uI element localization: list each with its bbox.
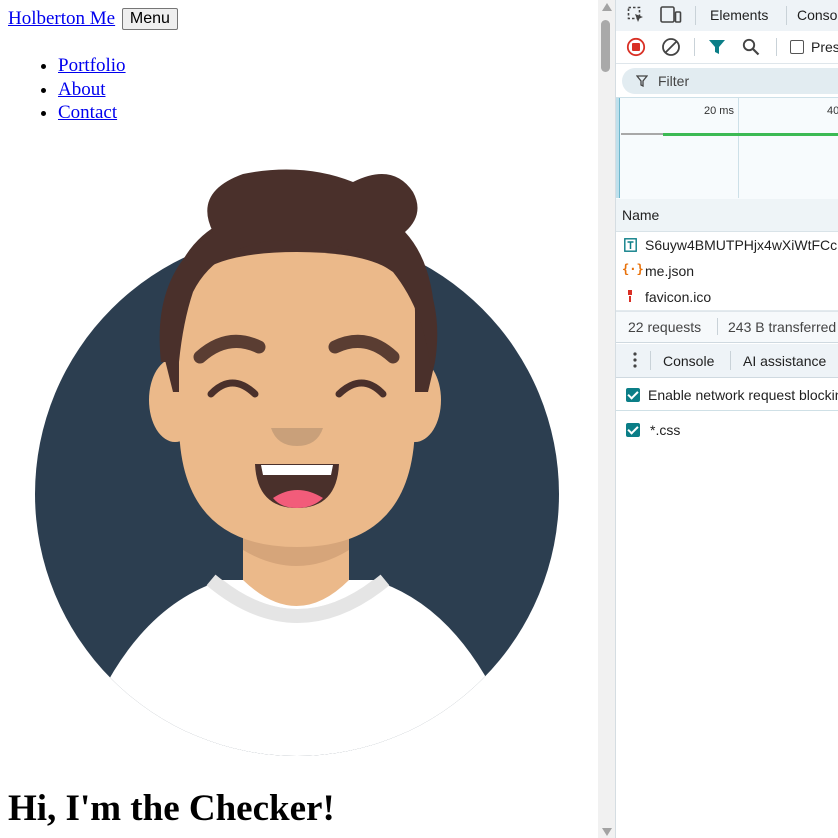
nav-item: About bbox=[58, 78, 126, 102]
drawer-tab-bar: Console AI assistance bbox=[616, 344, 838, 378]
nav-link-about[interactable]: About bbox=[58, 79, 106, 100]
avatar-illustration bbox=[35, 169, 559, 756]
drawer-tab-console[interactable]: Console bbox=[663, 353, 714, 369]
timeline-tick: 40 bbox=[827, 105, 838, 117]
blocked-pattern-row[interactable]: *.css bbox=[616, 416, 838, 446]
network-summary-bar: 22 requests 243 B transferred bbox=[616, 311, 838, 343]
request-row[interactable]: {·} me.json bbox=[616, 258, 838, 285]
more-options-icon[interactable] bbox=[633, 352, 637, 368]
tab-console[interactable]: Conso bbox=[797, 7, 837, 23]
filter-input[interactable]: Filter bbox=[622, 68, 838, 94]
request-name: favicon.ico bbox=[645, 289, 712, 305]
request-name: me.json bbox=[645, 263, 695, 279]
timeline-bar bbox=[663, 133, 838, 136]
enable-blocking-label: Enable network request blocking bbox=[648, 387, 838, 403]
scroll-up-arrow-icon[interactable] bbox=[602, 3, 612, 11]
enable-blocking-checkbox[interactable] bbox=[626, 388, 640, 402]
filter-funnel-icon bbox=[636, 75, 648, 87]
document-icon bbox=[624, 238, 637, 252]
menu-button[interactable]: Menu bbox=[121, 8, 178, 30]
blocked-pattern: *.css bbox=[650, 422, 681, 438]
network-overview-timeline[interactable]: 20 ms 40 bbox=[616, 97, 838, 200]
request-row[interactable]: favicon.ico bbox=[616, 284, 838, 311]
clear-icon[interactable] bbox=[661, 37, 681, 57]
request-count: 22 requests bbox=[628, 319, 702, 335]
requests-table-header: Name bbox=[616, 199, 838, 232]
device-toolbar-icon[interactable] bbox=[660, 6, 682, 24]
scroll-down-arrow-icon[interactable] bbox=[602, 828, 612, 836]
nav-list: Portfolio About Contact bbox=[18, 54, 126, 125]
record-stop-icon[interactable] bbox=[626, 37, 646, 57]
overview-handle[interactable] bbox=[616, 98, 620, 198]
hero-title: Hi, I'm the Checker! bbox=[8, 788, 335, 829]
page-scrollbar[interactable] bbox=[598, 0, 615, 838]
pattern-checkbox[interactable] bbox=[626, 423, 640, 437]
filter-placeholder: Filter bbox=[658, 73, 690, 89]
nav-item: Portfolio bbox=[58, 54, 126, 78]
tab-elements[interactable]: Elements bbox=[710, 7, 768, 23]
blocking-toggle-row: Enable network request blocking bbox=[616, 378, 838, 411]
search-icon[interactable] bbox=[742, 38, 760, 56]
brand-link[interactable]: Holberton Me bbox=[8, 8, 115, 29]
drawer-tab-ai-assistance[interactable]: AI assistance bbox=[743, 353, 826, 369]
timeline-tick: 20 ms bbox=[704, 105, 734, 117]
page-viewport: Holberton Me Menu Portfolio About Contac… bbox=[0, 0, 598, 838]
image-icon bbox=[628, 290, 632, 302]
request-row[interactable]: S6uyw4BMUTPHjx4wXiWtFCc bbox=[616, 232, 838, 259]
inspect-element-icon[interactable] bbox=[627, 6, 645, 24]
nav-item: Contact bbox=[58, 101, 126, 125]
preserve-log-checkbox[interactable] bbox=[790, 40, 804, 54]
devtools-panel: Elements Conso Pres Filter 20 ms 4 Name … bbox=[615, 0, 838, 838]
site-header: Holberton Me Menu bbox=[8, 7, 178, 31]
nav-link-portfolio[interactable]: Portfolio bbox=[58, 55, 126, 76]
scroll-thumb[interactable] bbox=[601, 20, 610, 72]
filter-funnel-icon[interactable] bbox=[708, 39, 726, 55]
name-column-header[interactable]: Name bbox=[622, 207, 659, 223]
nav-link-contact[interactable]: Contact bbox=[58, 102, 117, 123]
timeline-bar bbox=[621, 133, 663, 135]
network-toolbar: Pres bbox=[616, 31, 838, 64]
json-icon: {·} bbox=[622, 262, 644, 276]
preserve-log-label: Pres bbox=[811, 39, 838, 55]
request-name: S6uyw4BMUTPHjx4wXiWtFCc bbox=[645, 237, 838, 253]
devtools-tab-bar: Elements Conso bbox=[616, 0, 838, 32]
transferred-size: 243 B transferred bbox=[728, 319, 837, 335]
